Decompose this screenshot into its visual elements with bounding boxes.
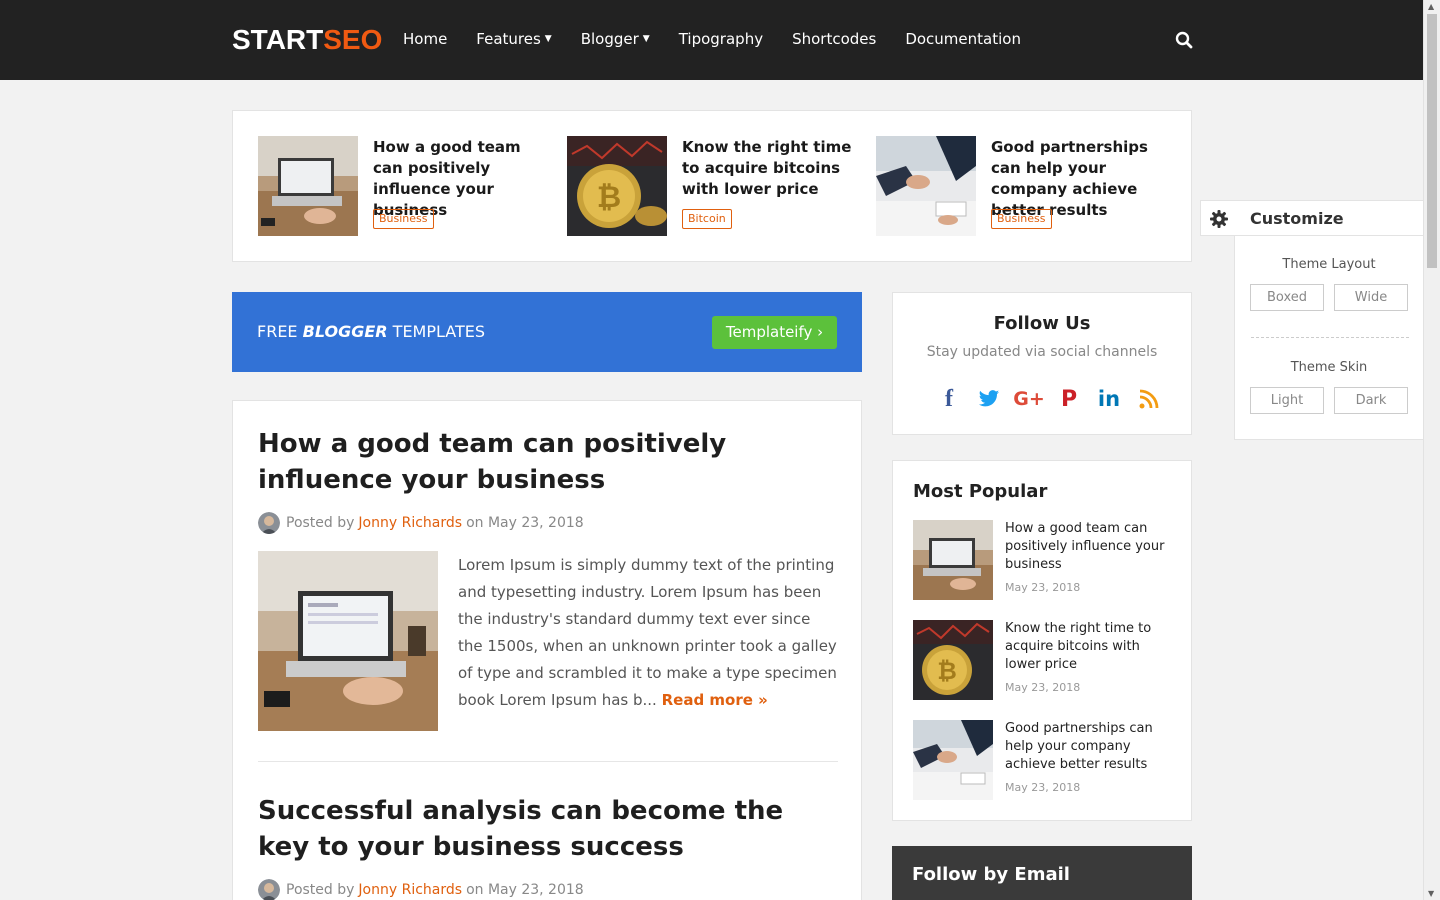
category-tag[interactable]: Bitcoin: [682, 209, 732, 229]
scroll-up-arrow-icon[interactable]: ▲: [1428, 2, 1434, 11]
bitcoin-coin-photo[interactable]: ₿: [913, 620, 993, 700]
post-excerpt: Lorem Ipsum is simply dummy text of the …: [458, 552, 838, 714]
widget-subtitle: Stay updated via social channels: [926, 344, 1158, 360]
laptop-desk-photo[interactable]: [258, 136, 358, 236]
nav-label: Documentation: [905, 30, 1021, 48]
post-meta: Posted by Jonny Richards on May 23, 2018: [258, 512, 584, 534]
panel-divider: [1251, 337, 1409, 338]
nav-label: Shortcodes: [792, 30, 877, 48]
customize-panel-header[interactable]: Customize: [1200, 200, 1423, 236]
popular-post-title[interactable]: Good partnerships can help your company …: [1005, 720, 1175, 774]
follow-by-email-widget: Follow by Email: [892, 846, 1192, 900]
nav-item-tipography[interactable]: Tipography: [679, 30, 763, 48]
author-avatar: [258, 512, 280, 534]
templateify-button[interactable]: Templateify ›: [712, 316, 837, 349]
popular-post-title[interactable]: How a good team can positively influence…: [1005, 520, 1175, 574]
chevron-down-icon: ▼: [544, 34, 552, 44]
popular-post-title[interactable]: Know the right time to acquire bitcoins …: [1005, 620, 1175, 674]
nav-label: Tipography: [678, 30, 764, 48]
site-logo[interactable]: STARTSEO: [232, 24, 382, 56]
laptop-desk-photo[interactable]: [913, 520, 993, 600]
featured-posts-strip: How a good team can positively influence…: [232, 110, 1192, 262]
post-date: on May 23, 2018: [466, 882, 584, 898]
svg-text:₿: ₿: [597, 180, 621, 215]
scrollbar-thumb[interactable]: [1427, 14, 1437, 268]
category-tag[interactable]: Business: [373, 209, 434, 229]
facebook-icon[interactable]: f: [929, 385, 969, 413]
featured-post[interactable]: How a good team can positively influence…: [258, 136, 558, 236]
featured-post[interactable]: Good partnerships can help your company …: [876, 136, 1176, 236]
nav-item-documentation[interactable]: Documentation: [905, 30, 1021, 48]
posted-by-label: Posted by: [286, 515, 355, 531]
scroll-down-arrow-icon[interactable]: ▼: [1428, 889, 1434, 898]
layout-boxed-button[interactable]: Boxed: [1250, 284, 1324, 311]
banner-text: FREE BLOGGER TEMPLATES: [257, 322, 485, 341]
banner-suffix: TEMPLATES: [392, 322, 486, 341]
nav-label: Home: [403, 30, 448, 48]
customize-label: Customize: [1250, 209, 1344, 228]
google-plus-icon[interactable]: G+: [1009, 385, 1049, 413]
handshake-photo[interactable]: [876, 136, 976, 236]
widget-title: Follow Us: [993, 313, 1091, 334]
main-menu: Home Features ▼ Blogger ▼ Tipography Short…: [403, 30, 1050, 48]
post-thumbnail-laptop[interactable]: [258, 551, 438, 731]
popular-post-date: May 23, 2018: [1005, 781, 1081, 794]
theme-layout-label: Theme Layout: [1282, 257, 1376, 272]
excerpt-text: Lorem Ipsum is simply dummy text of the …: [458, 556, 837, 709]
promo-banner[interactable]: FREE BLOGGER TEMPLATES Templateify ›: [232, 292, 862, 372]
pinterest-icon[interactable]: P: [1049, 385, 1089, 413]
skin-light-button[interactable]: Light: [1250, 387, 1324, 414]
nav-item-blogger[interactable]: Blogger ▼: [581, 30, 650, 48]
popular-post-date: May 23, 2018: [1005, 681, 1081, 694]
twitter-icon[interactable]: [969, 385, 1009, 413]
posted-by-label: Posted by: [286, 882, 355, 898]
banner-prefix: FREE: [257, 322, 298, 341]
svg-text:₿: ₿: [937, 657, 957, 685]
nav-item-home[interactable]: Home: [403, 30, 447, 48]
logo-accent: SEO: [323, 24, 383, 55]
social-links: f G+ P in: [929, 385, 1169, 413]
author-link[interactable]: Jonny Richards: [358, 515, 462, 531]
banner-emphasis: BLOGGER: [302, 322, 388, 341]
gear-icon[interactable]: [1209, 209, 1229, 229]
featured-post[interactable]: ₿ Know the right time to acquire bitcoin…: [567, 136, 867, 236]
page-scrollbar[interactable]: ▲ ▼: [1423, 0, 1440, 900]
category-tag[interactable]: Business: [991, 209, 1052, 229]
layout-wide-button[interactable]: Wide: [1334, 284, 1408, 311]
post-meta: Posted by Jonny Richards on May 23, 2018: [258, 879, 584, 900]
nav-item-shortcodes[interactable]: Shortcodes: [792, 30, 876, 48]
post-title[interactable]: Successful analysis can become the key t…: [258, 793, 838, 865]
follow-us-widget: Follow Us Stay updated via social channe…: [892, 292, 1192, 435]
most-popular-widget: Most Popular How a good team can positiv…: [892, 460, 1192, 821]
search-icon[interactable]: [1175, 31, 1193, 49]
handshake-photo[interactable]: [913, 720, 993, 800]
logo-primary: START: [232, 24, 324, 55]
top-navigation-bar: STARTSEO Home Features ▼ Blogger ▼ Tipogra…: [0, 0, 1423, 80]
read-more-link[interactable]: Read more »: [662, 691, 768, 709]
popular-post-item[interactable]: Good partnerships can help your company …: [913, 720, 1173, 800]
nav-item-features[interactable]: Features ▼: [476, 30, 551, 48]
post-title[interactable]: How a good team can positively influence…: [258, 426, 838, 498]
popular-post-item[interactable]: ₿ Know the right time to acquire bitcoin…: [913, 620, 1173, 700]
widget-title: Most Popular: [913, 481, 1048, 502]
post-divider: [258, 761, 838, 762]
author-avatar: [258, 879, 280, 900]
featured-post-title[interactable]: Know the right time to acquire bitcoins …: [682, 137, 862, 200]
linkedin-icon[interactable]: in: [1089, 385, 1129, 413]
widget-title: Follow by Email: [912, 864, 1070, 885]
skin-dark-button[interactable]: Dark: [1334, 387, 1408, 414]
customize-panel: Theme Layout Boxed Wide Theme Skin Light…: [1234, 236, 1423, 440]
theme-skin-label: Theme Skin: [1290, 360, 1368, 375]
rss-icon[interactable]: [1129, 385, 1169, 413]
post-list: How a good team can positively influence…: [232, 400, 862, 900]
chevron-down-icon: ▼: [642, 34, 650, 44]
nav-label: Features: [476, 30, 541, 48]
author-link[interactable]: Jonny Richards: [358, 882, 462, 898]
popular-post-date: May 23, 2018: [1005, 581, 1081, 594]
popular-post-item[interactable]: How a good team can positively influence…: [913, 520, 1173, 600]
nav-label: Blogger: [580, 30, 639, 48]
bitcoin-coin-photo[interactable]: ₿: [567, 136, 667, 236]
post-date: on May 23, 2018: [466, 515, 584, 531]
